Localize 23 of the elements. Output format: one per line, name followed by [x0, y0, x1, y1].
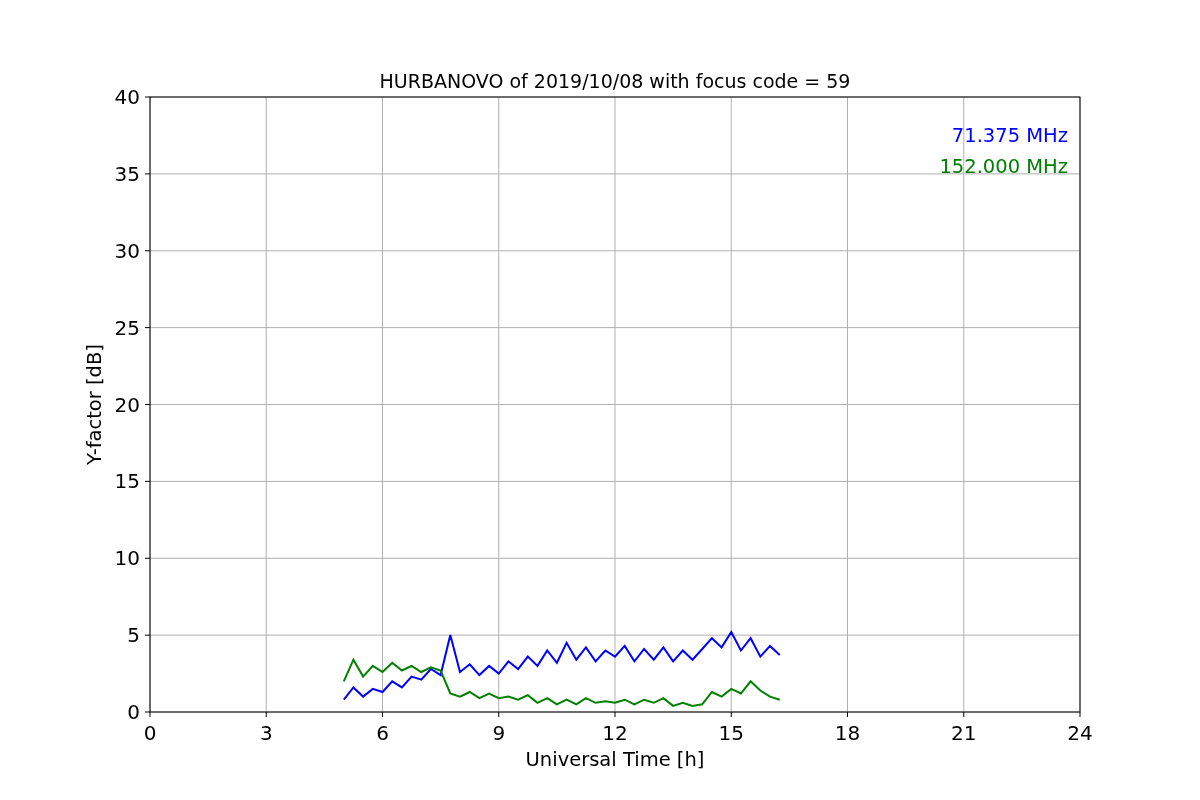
tick-label: 5 — [127, 623, 140, 648]
chart-title: HURBANOVO of 2019/10/08 with focus code = 59 — [379, 70, 851, 92]
tick-label: 18 — [834, 721, 861, 745]
tick-label: 3 — [259, 721, 273, 745]
tick-label: 25 — [114, 315, 140, 340]
tick-label: 15 — [718, 721, 744, 745]
tick-label: 30 — [114, 238, 140, 263]
tick-label: 9 — [492, 721, 506, 745]
tick-label: 0 — [143, 721, 157, 745]
tick-label: 20 — [114, 392, 140, 417]
tick-label: 12 — [602, 721, 628, 745]
legend-label: 71.375 MHz — [951, 124, 1068, 147]
tick-label: 35 — [114, 161, 140, 186]
tick-label: 15 — [114, 469, 140, 494]
legend-label: 152.000 MHz — [939, 155, 1068, 178]
y-axis-label: Y-factor [dB] — [83, 344, 106, 465]
tick-label: 0 — [127, 700, 140, 724]
tick-label: 40 — [114, 85, 140, 109]
tick-label: 24 — [1067, 721, 1093, 745]
x-axis-label: Universal Time [h] — [525, 748, 705, 771]
tick-label: 21 — [951, 721, 977, 745]
tick-label: 10 — [114, 546, 140, 571]
tick-label: 6 — [376, 721, 389, 745]
